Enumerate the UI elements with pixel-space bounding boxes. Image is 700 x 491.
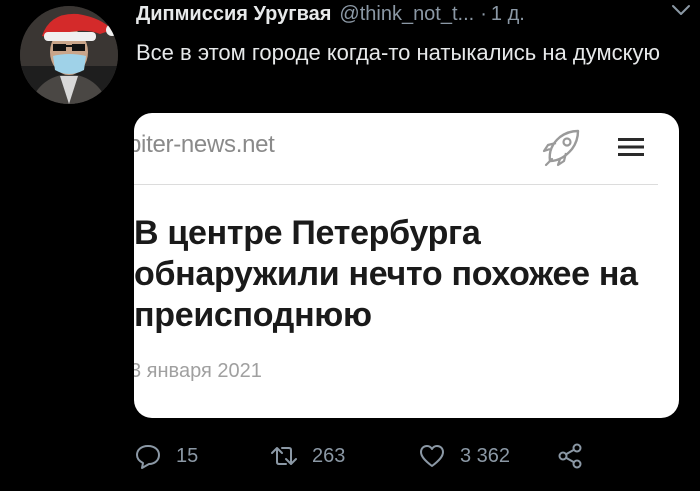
like-button[interactable]: 3 362 [418,440,510,472]
reply-button[interactable]: 15 [134,440,198,472]
card-headline[interactable]: В центре Петербурга обнаружили нечто пох… [134,213,674,336]
tweet-actions: 15 263 3 362 [134,440,674,472]
chevron-down-icon[interactable] [670,2,692,18]
share-button[interactable] [556,440,584,472]
like-count: 3 362 [460,444,511,467]
avatar[interactable] [20,6,118,104]
rocket-icon[interactable] [538,125,584,171]
menu-icon[interactable] [618,137,644,157]
tweet-header: Дипмиссия Уругвая @think_not_t... · 1 д. [136,3,670,29]
card-site-name: piter-news.net [134,131,275,158]
user-handle[interactable]: @think_not_t... [339,3,474,26]
retweet-button[interactable]: 263 [270,440,345,472]
tweet: Дипмиссия Уругвая @think_not_t... · 1 д.… [0,0,700,491]
tweet-text: Все в этом городе когда-то натыкались на… [136,40,660,65]
tweet-timestamp[interactable]: 1 д. [491,3,525,26]
share-icon [558,443,582,469]
retweet-count: 263 [312,444,346,467]
reply-count: 15 [176,444,199,467]
like-icon [420,445,444,467]
reply-icon [136,445,160,469]
separator-dot: · [480,3,487,25]
display-name[interactable]: Дипмиссия Уругвая [136,3,331,26]
link-preview-card[interactable]: piter-news.net В центре Петербурга обнар… [134,113,679,418]
card-divider [134,184,658,185]
retweet-icon [271,447,297,465]
card-date: 3 января 2021 [134,360,262,382]
